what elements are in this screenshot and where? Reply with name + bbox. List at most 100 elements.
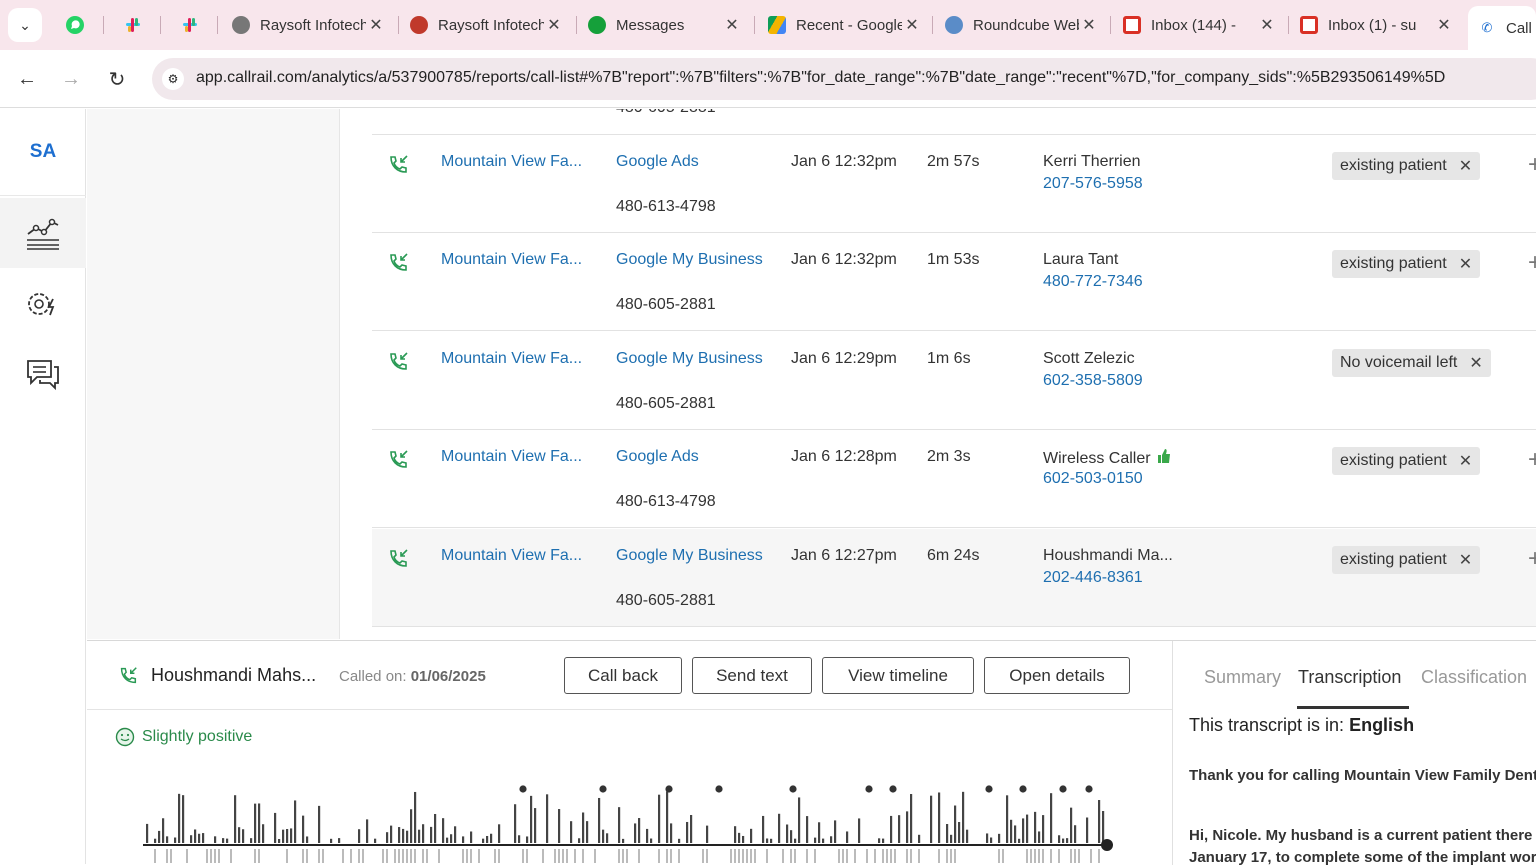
waveform-bar xyxy=(402,849,404,863)
browser-tab[interactable]: Raysoft Infotech ✕ xyxy=(222,6,394,44)
pinned-tab-whatsapp[interactable] xyxy=(60,10,90,40)
caller-phone-link[interactable]: 207-576-5958 xyxy=(1043,175,1143,193)
waveform-bar xyxy=(398,849,400,863)
waveform-bar xyxy=(358,829,361,843)
tab-summary[interactable]: Summary xyxy=(1204,667,1281,688)
pinned-tab-slack[interactable] xyxy=(118,10,148,40)
close-icon[interactable]: ✕ xyxy=(1434,15,1454,35)
company-link[interactable]: Mountain View Fa... xyxy=(441,448,582,466)
tracking-number: 480-605-2881 xyxy=(616,109,716,117)
globe-icon xyxy=(232,16,250,34)
waveform-bar xyxy=(1058,835,1061,843)
add-tag-icon[interactable]: + xyxy=(1528,249,1536,277)
table-row[interactable]: 480-605-2881 xyxy=(372,109,1536,135)
caller-phone-link[interactable]: 602-503-0150 xyxy=(1043,470,1143,488)
add-tag-icon[interactable]: + xyxy=(1528,446,1536,474)
close-icon[interactable]: ✕ xyxy=(544,15,564,35)
tab-search-button[interactable]: ⌄ xyxy=(8,8,42,42)
audio-waveform[interactable] xyxy=(143,777,1123,865)
caller-phone-link[interactable]: 602-358-5809 xyxy=(1043,372,1143,390)
waveform-bar xyxy=(582,849,584,863)
reload-icon: ↻ xyxy=(108,68,126,91)
called-on: Called on: 01/06/2025 xyxy=(339,668,486,685)
caller-phone-link[interactable]: 202-446-8361 xyxy=(1043,569,1143,587)
table-row[interactable]: Mountain View Fa... Google My Business 480… xyxy=(372,529,1536,627)
browser-tab[interactable]: Recent - Google Drive ✕ xyxy=(758,6,930,44)
transcript-line: Thank you for calling Mountain View Fami… xyxy=(1189,767,1536,784)
source-link[interactable]: Google Ads xyxy=(616,153,699,171)
company-link[interactable]: Mountain View Fa... xyxy=(441,547,582,565)
send-text-button[interactable]: Send text xyxy=(692,657,812,694)
waveform-bar xyxy=(526,836,529,843)
nav-item-analytics[interactable] xyxy=(0,198,86,268)
reload-button[interactable]: ↻ xyxy=(102,64,132,94)
company-link[interactable]: Mountain View Fa... xyxy=(441,350,582,368)
source-link[interactable]: Google My Business xyxy=(616,350,763,368)
waveform-bar xyxy=(534,808,537,843)
waveform-bar xyxy=(514,804,517,843)
remove-tag-icon[interactable]: ✕ xyxy=(1459,451,1472,471)
call-back-button[interactable]: Call back xyxy=(564,657,682,694)
sentiment-indicator: Slightly positive xyxy=(115,727,252,747)
waveform-bar xyxy=(790,849,792,863)
tab-transcription[interactable]: Transcription xyxy=(1298,667,1401,688)
waveform-bar xyxy=(414,791,417,843)
tab-classification[interactable]: Classification xyxy=(1421,667,1527,688)
caller-name: Laura Tant xyxy=(1043,251,1119,268)
close-icon[interactable]: ✕ xyxy=(1257,15,1277,35)
remove-tag-icon[interactable]: ✕ xyxy=(1459,254,1472,274)
waveform-bar xyxy=(606,833,609,843)
upwork-icon xyxy=(588,16,606,34)
site-info-icon[interactable]: ⚙ xyxy=(162,68,184,90)
source-link[interactable]: Google My Business xyxy=(616,547,763,565)
waveform-bar xyxy=(1034,849,1036,863)
remove-tag-icon[interactable]: ✕ xyxy=(1469,353,1482,373)
waveform-bar xyxy=(706,825,709,843)
url-field[interactable]: ⚙ app.callrail.com/analytics/a/537900785… xyxy=(152,58,1536,100)
waveform-bar xyxy=(206,849,208,863)
add-tag-icon[interactable]: + xyxy=(1528,151,1536,179)
close-icon[interactable]: ✕ xyxy=(902,15,922,35)
back-button[interactable]: ← xyxy=(12,64,42,94)
table-row[interactable]: Mountain View Fa... Google Ads 480-613-479… xyxy=(372,135,1536,233)
waveform-bar xyxy=(1070,849,1072,863)
source-link[interactable]: Google My Business xyxy=(616,251,763,269)
close-icon[interactable]: ✕ xyxy=(1079,15,1099,35)
add-tag-icon[interactable]: + xyxy=(1528,545,1536,573)
nav-item-settings[interactable] xyxy=(0,269,86,339)
waveform-bar xyxy=(174,837,177,843)
close-icon[interactable]: ✕ xyxy=(722,15,742,35)
waveform-bar xyxy=(242,829,245,843)
waveform-bar xyxy=(526,849,528,863)
company-link[interactable]: Mountain View Fa... xyxy=(441,251,582,269)
inbound-call-icon xyxy=(120,667,137,684)
waveform-bar xyxy=(1086,817,1089,843)
browser-tab[interactable]: Inbox (1) - su ✕ xyxy=(1290,6,1462,44)
open-details-button[interactable]: Open details xyxy=(984,657,1130,694)
company-link[interactable]: Mountain View Fa... xyxy=(441,153,582,171)
view-timeline-button[interactable]: View timeline xyxy=(822,657,974,694)
browser-tab-active[interactable]: ✆ Call xyxy=(1468,6,1536,50)
forward-button[interactable]: → xyxy=(56,64,86,94)
waveform-bar xyxy=(838,849,840,863)
table-row[interactable]: Mountain View Fa... Google Ads 480-613-479… xyxy=(372,430,1536,528)
waveform-bar xyxy=(234,795,237,843)
browser-tab[interactable]: Inbox (144) - ✕ xyxy=(1113,6,1285,44)
remove-tag-icon[interactable]: ✕ xyxy=(1459,550,1472,570)
waveform-bar xyxy=(898,815,901,843)
table-row[interactable]: Mountain View Fa... Google My Business 480… xyxy=(372,332,1536,430)
tag-chip: No voicemail left ✕ xyxy=(1332,349,1491,377)
close-icon[interactable]: ✕ xyxy=(366,15,386,35)
caller-phone-link[interactable]: 480-772-7346 xyxy=(1043,273,1143,291)
source-link[interactable]: Google Ads xyxy=(616,448,699,466)
browser-tab[interactable]: Raysoft Infotech ✕ xyxy=(400,6,572,44)
remove-tag-icon[interactable]: ✕ xyxy=(1459,156,1472,176)
browser-tab[interactable]: Messages ✕ xyxy=(578,6,750,44)
table-row[interactable]: Mountain View Fa... Google My Business 480… xyxy=(372,233,1536,331)
waveform-bar xyxy=(858,818,861,843)
account-initials[interactable]: SA xyxy=(0,141,86,163)
nav-item-conversations[interactable] xyxy=(0,339,86,409)
browser-tab[interactable]: Roundcube Webmail ✕ xyxy=(935,6,1107,44)
pinned-tab-slack-2[interactable] xyxy=(175,10,205,40)
waveform-bar xyxy=(430,826,433,843)
